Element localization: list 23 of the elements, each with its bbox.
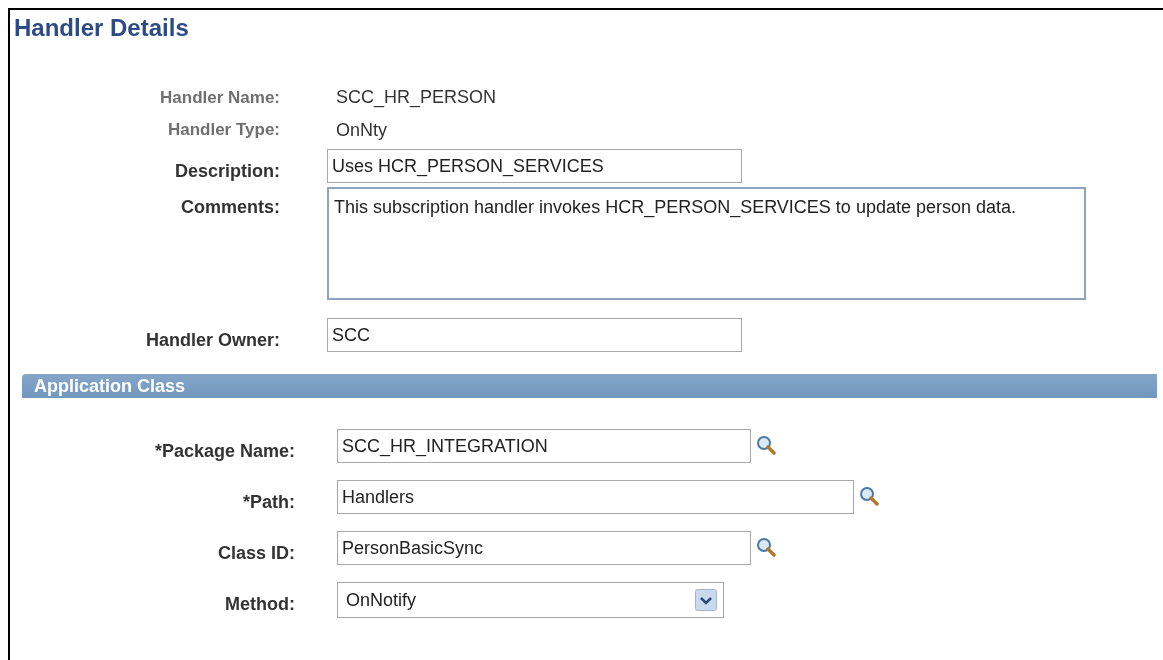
field-label: Description: bbox=[174, 161, 280, 182]
field-value: SCC_HR_PERSON bbox=[336, 87, 497, 108]
input-field[interactable]: PersonBasicSync bbox=[337, 531, 751, 565]
field-label: Class ID: bbox=[216, 543, 295, 564]
field-label: Comments: bbox=[180, 197, 280, 218]
method-dropdown[interactable]: OnNotify bbox=[337, 582, 724, 618]
input-field[interactable]: SCC bbox=[327, 318, 742, 352]
field-label: Handler Owner: bbox=[144, 330, 280, 351]
field-label: Method: bbox=[224, 594, 295, 615]
page-title: Handler Details bbox=[13, 13, 189, 42]
field-label: *Path: bbox=[242, 492, 295, 513]
search-icon[interactable] bbox=[859, 486, 879, 506]
field-label: Handler Type: bbox=[166, 120, 280, 140]
input-field[interactable]: Uses HCR_PERSON_SERVICES bbox=[327, 149, 742, 183]
input-field[interactable]: Handlers bbox=[337, 480, 854, 514]
section-header: Application Class bbox=[22, 374, 1157, 398]
search-icon[interactable] bbox=[756, 537, 776, 557]
input-field[interactable]: SCC_HR_INTEGRATION bbox=[337, 429, 751, 463]
field-label: *Package Name: bbox=[153, 441, 295, 462]
comments-field[interactable]: This subscription handler invokes HCR_PERSON_SERVICES to update person data. bbox=[327, 187, 1086, 300]
field-label: Handler Name: bbox=[159, 87, 280, 108]
search-icon[interactable] bbox=[756, 435, 776, 455]
field-value: OnNty bbox=[336, 119, 387, 141]
